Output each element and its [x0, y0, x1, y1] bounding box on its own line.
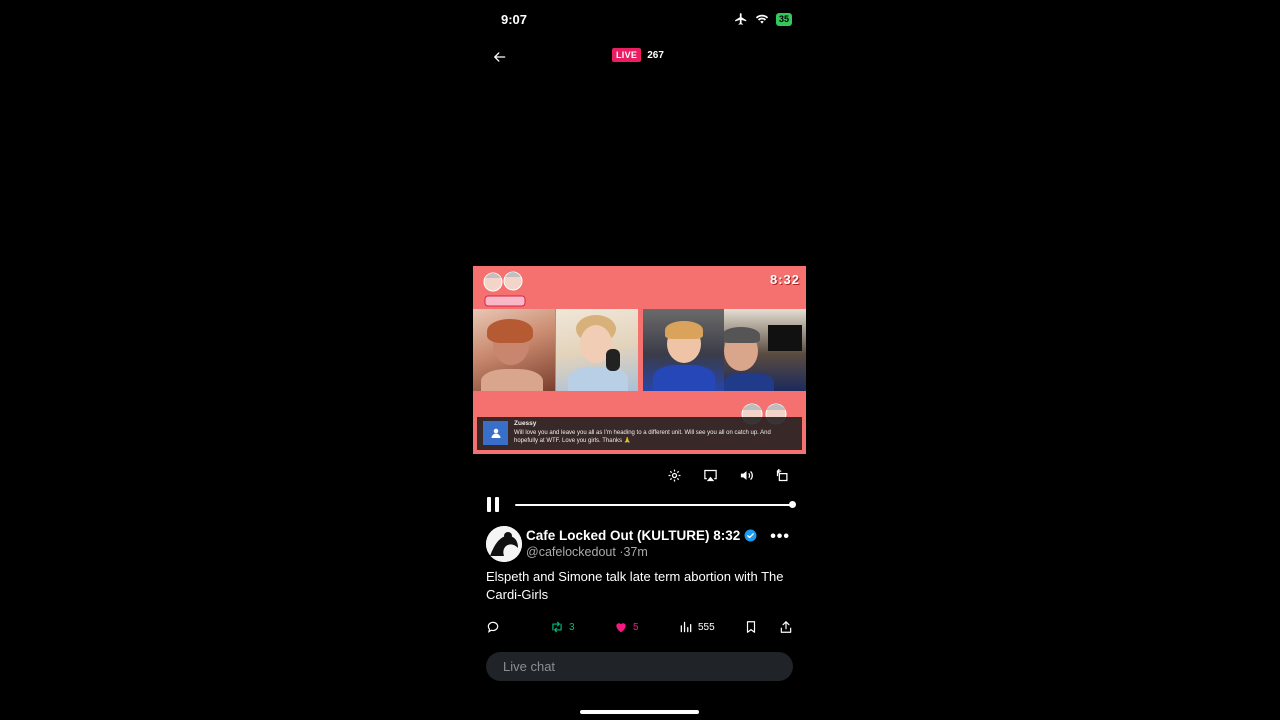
stream-comment-overlay: Zuessy Will love you and leave you all a… [477, 417, 802, 450]
post-text: Elspeth and Simone talk late term aborti… [486, 569, 784, 602]
comment-text: Will love you and leave you all as I'm h… [514, 430, 771, 444]
share-icon [780, 621, 792, 633]
arrow-left-icon [494, 52, 506, 62]
comment-content: Zuessy Will love you and leave you all a… [514, 420, 796, 445]
wifi-icon [755, 14, 769, 24]
airplay-icon[interactable] [703, 468, 718, 483]
battery-icon: 35 [775, 12, 792, 26]
settings-gear-icon[interactable] [667, 468, 682, 483]
repost-count: 3 [569, 621, 575, 633]
author-name-text: Cafe Locked Out (KULTURE) 8:32 [526, 528, 741, 543]
repost-button[interactable]: 3 [550, 620, 575, 634]
participant-video-1 [473, 309, 555, 391]
user-icon [491, 428, 500, 438]
live-indicator: LIVE 267 [612, 48, 664, 62]
verified-badge-icon [744, 529, 757, 542]
author-handle[interactable]: @cafelockedout [526, 545, 616, 559]
progress-handle[interactable] [789, 501, 796, 508]
status-time: 9:07 [501, 12, 528, 27]
reply-button[interactable] [486, 620, 500, 634]
airplane-icon [735, 13, 747, 25]
volume-icon[interactable] [739, 468, 754, 483]
share-button[interactable] [779, 620, 793, 634]
author-handle-line: @cafelockedout ·37m [526, 545, 648, 559]
like-button[interactable]: 5 [614, 620, 639, 634]
show-logo-icon [483, 271, 526, 307]
avatar-image [486, 526, 522, 562]
comment-avatar [483, 421, 508, 445]
author-avatar[interactable] [486, 526, 522, 562]
participant-video-3 [643, 309, 725, 391]
video-player[interactable]: 8:32 Zuessy Will love you and leave you … [473, 266, 806, 454]
back-button[interactable] [489, 46, 511, 68]
post-actions: 3 5 555 [486, 620, 793, 636]
analytics-icon [680, 621, 692, 633]
comment-icon [487, 621, 499, 633]
repost-icon [552, 621, 562, 633]
player-controls [667, 468, 790, 483]
like-count: 5 [633, 621, 639, 633]
heart-icon [616, 623, 626, 633]
more-options-icon[interactable]: ••• [770, 528, 790, 546]
progress-bar[interactable] [515, 504, 793, 506]
phone-screen: 9:07 35 LIVE 267 8:32 Zuessy Will love y… [473, 0, 806, 720]
comment-author: Zuessy [514, 420, 537, 427]
author-name[interactable]: Cafe Locked Out (KULTURE) 8:32 [526, 528, 757, 543]
view-count: 555 [698, 621, 715, 633]
rotate-screen-icon[interactable] [775, 468, 790, 483]
live-badge: LIVE [612, 48, 642, 62]
participant-video-2 [556, 309, 638, 391]
pause-button[interactable] [487, 497, 501, 513]
status-icons: 35 [734, 12, 792, 26]
participant-video-4 [724, 309, 806, 391]
home-indicator[interactable] [580, 710, 699, 714]
views-button[interactable]: 555 [679, 620, 715, 634]
post-time: 37m [623, 545, 648, 559]
video-timer: 8:32 [769, 272, 800, 287]
live-chat-input[interactable] [486, 652, 793, 681]
bookmark-icon [746, 621, 756, 633]
bookmark-button[interactable] [744, 620, 758, 634]
viewer-count: 267 [647, 49, 664, 61]
